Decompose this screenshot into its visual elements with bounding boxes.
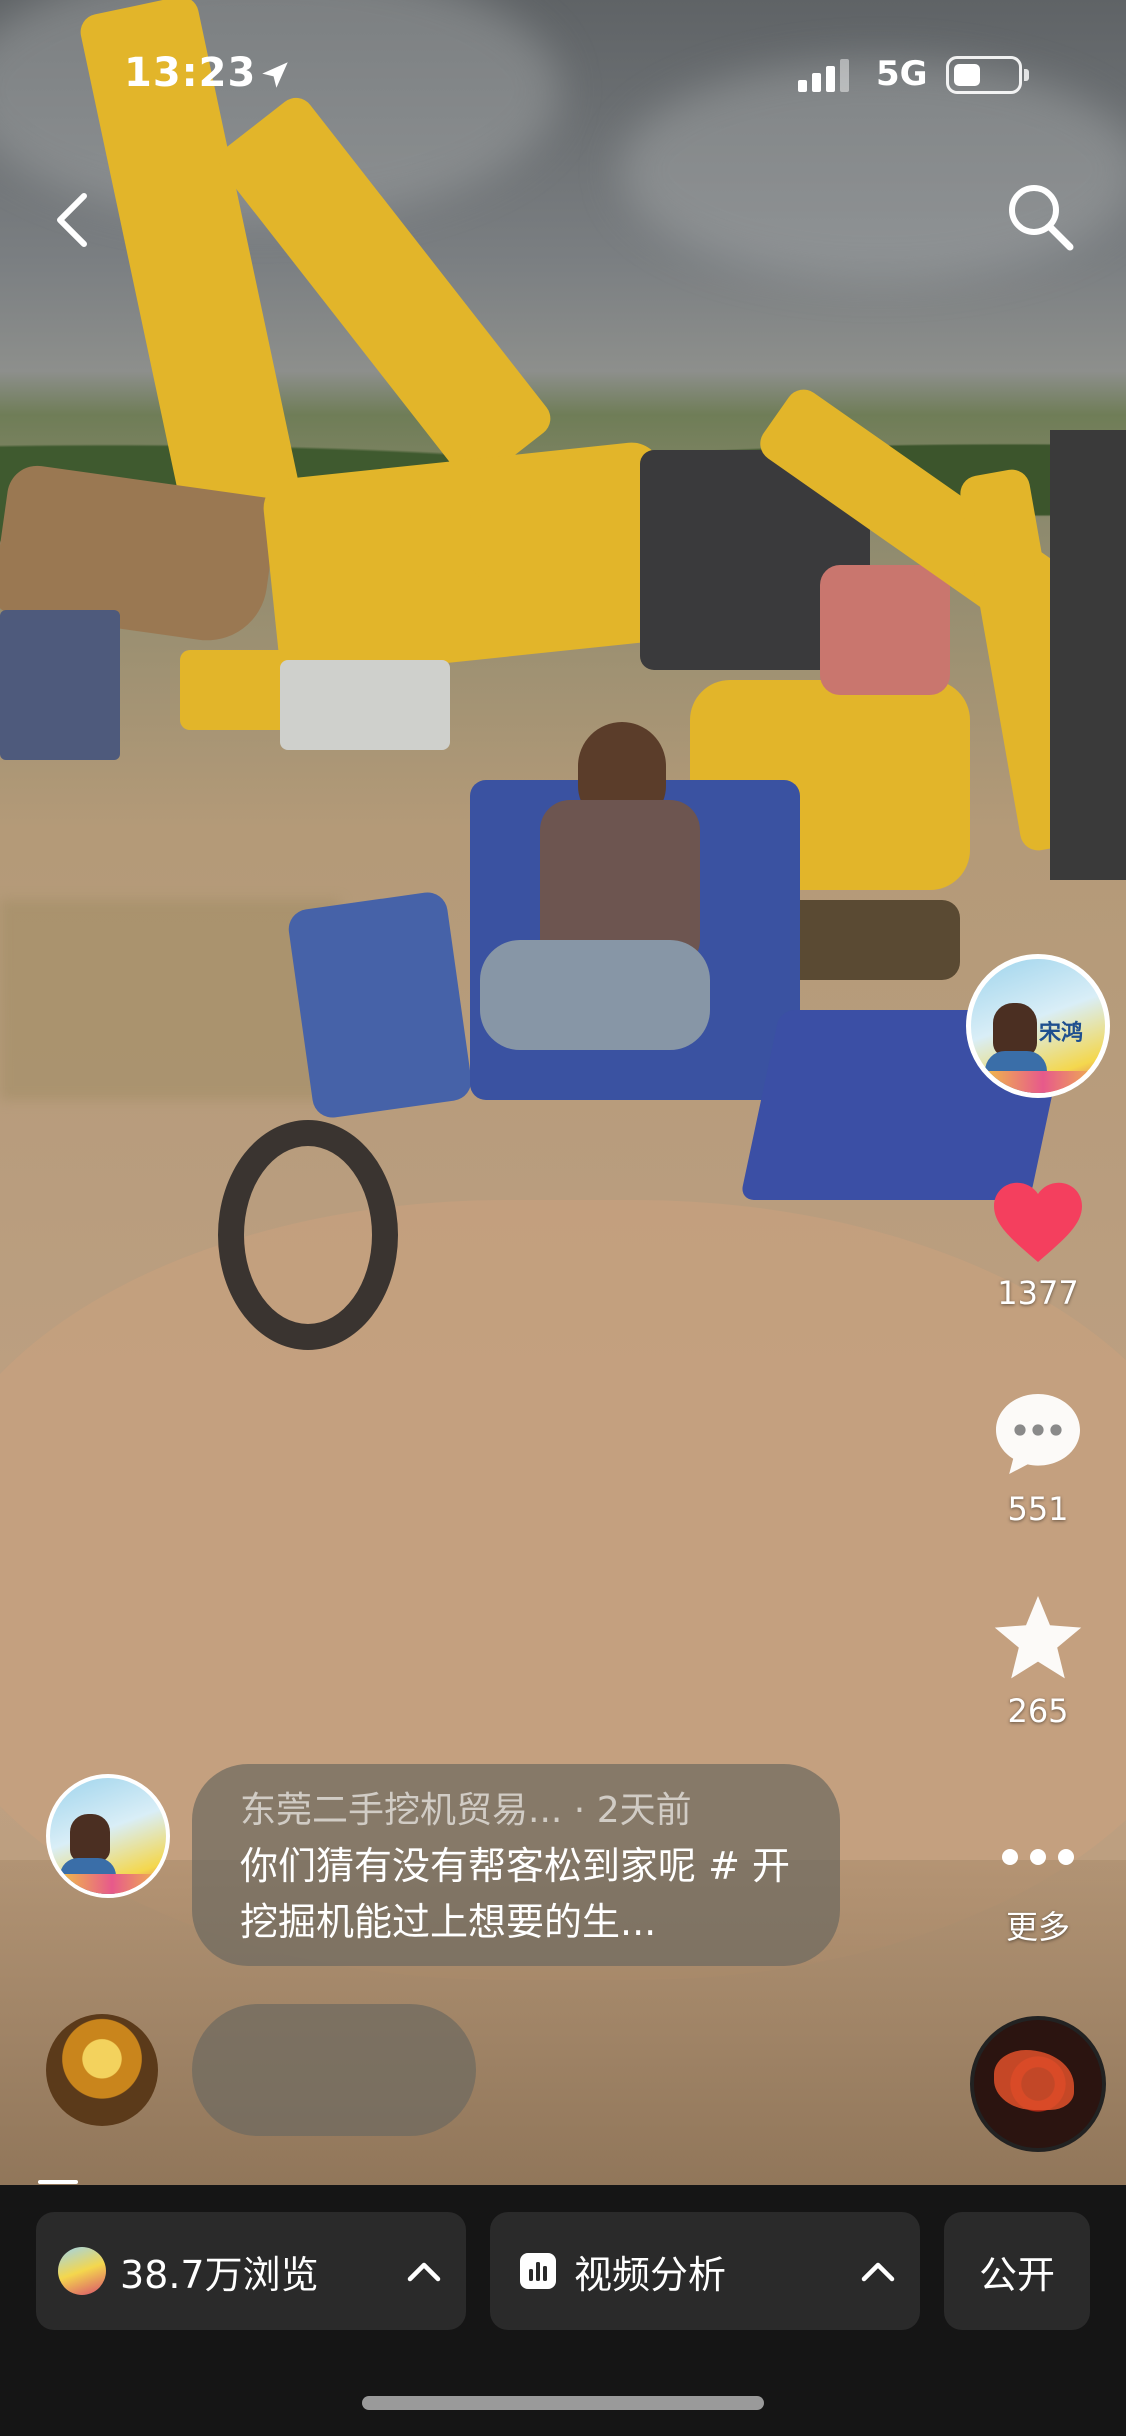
like-button[interactable]: 1377 (968, 1178, 1108, 1312)
chart-icon (520, 2253, 556, 2289)
caption-dot: · (573, 1790, 586, 1831)
caption-author[interactable]: 东莞二手挖机贸易... (240, 1790, 562, 1831)
progress-indicator[interactable] (38, 2180, 78, 2184)
status-time: 13:23 (124, 50, 257, 96)
public-label: 公开 (978, 2252, 1055, 2297)
network-type: 5G (876, 54, 928, 94)
author-avatar[interactable]: 宋鸿 (966, 954, 1110, 1098)
heart-icon (994, 1182, 1082, 1262)
chevron-up-icon (861, 2262, 895, 2282)
caption-time: 2天前 (596, 1790, 692, 1831)
analysis-button[interactable]: 视频分析 (490, 2212, 920, 2330)
back-icon[interactable] (44, 180, 104, 260)
caption-text: 你们猜有没有帮客松到家呢 # 开挖掘机能过上想要的生... (240, 1844, 790, 1944)
like-count: 1377 (997, 1274, 1079, 1312)
favorite-count: 265 (1007, 1692, 1069, 1730)
signal-icon (798, 59, 849, 92)
views-avatar (58, 2247, 106, 2295)
star-icon (994, 1596, 1082, 1679)
avatar-badge: 宋鸿 (1039, 1021, 1084, 1046)
more-button[interactable]: 更多 (968, 1830, 1108, 1948)
search-icon[interactable] (1002, 176, 1078, 256)
more-dots-icon (1002, 1849, 1074, 1865)
comment-count: 551 (1007, 1490, 1069, 1528)
caption-bubble[interactable]: 东莞二手挖机贸易... · 2天前 你们猜有没有帮客松到家呢 # 开挖掘机能过上… (192, 1764, 840, 1966)
public-button[interactable]: 公开 (944, 2212, 1090, 2330)
analysis-label: 视频分析 (574, 2252, 727, 2297)
home-indicator[interactable] (362, 2396, 764, 2410)
viewer-avatar[interactable] (46, 2014, 158, 2126)
more-label: 更多 (1005, 1908, 1070, 1946)
views-button[interactable]: 38.7万浏览 (36, 2212, 466, 2330)
comment-icon (996, 1394, 1080, 1474)
comment-pill[interactable] (192, 2004, 476, 2136)
battery-icon (946, 56, 1029, 94)
music-disc[interactable] (970, 2016, 1106, 2152)
location-arrow-icon (262, 62, 288, 88)
chevron-up-icon (407, 2262, 441, 2282)
comment-button[interactable]: 551 (968, 1386, 1108, 1528)
views-label: 38.7万浏览 (120, 2252, 319, 2297)
caption-avatar[interactable] (46, 1774, 170, 1898)
favorite-button[interactable]: 265 (968, 1592, 1108, 1730)
